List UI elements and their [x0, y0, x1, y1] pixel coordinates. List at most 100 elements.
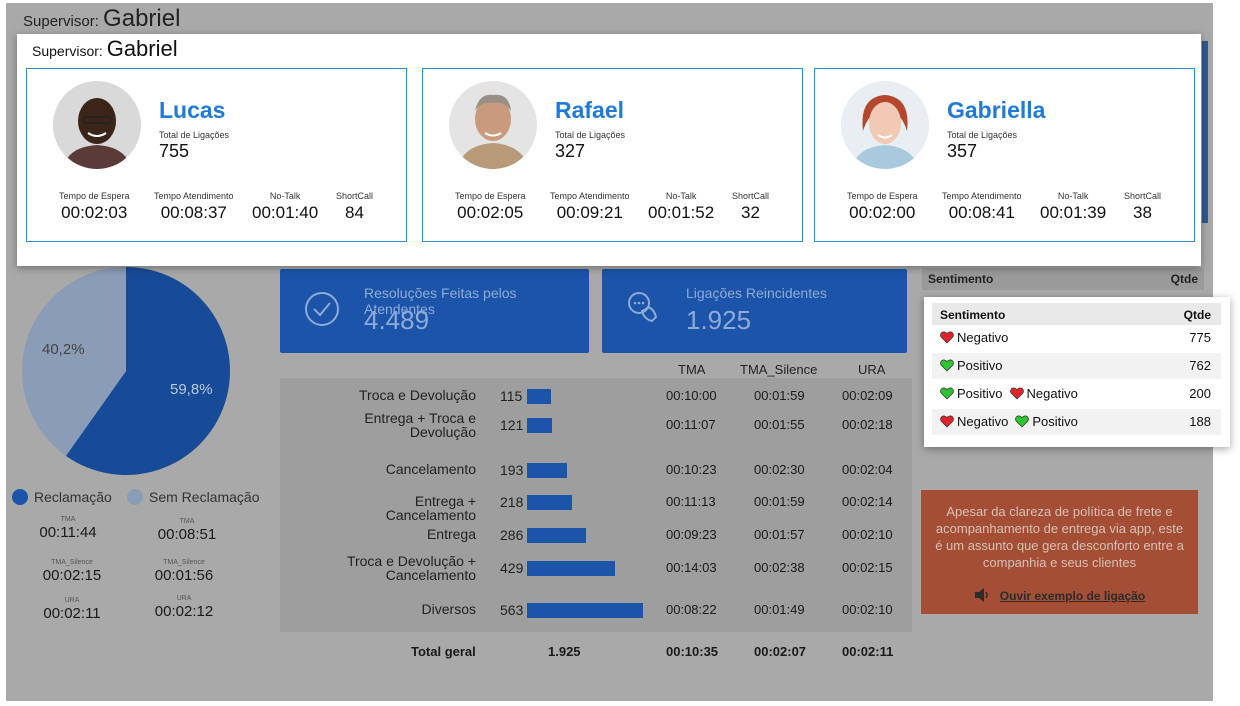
table-row-tma-silence: 00:01:55 [754, 417, 805, 432]
pie-label-sem-reclamacao: 40,2% [42, 341, 85, 358]
sentiment-row-label: Positivo [940, 358, 1007, 373]
legend-label: Sem Reclamação [149, 489, 260, 505]
stat-silence-left: TMA_Silence 00:02:15 [42, 559, 102, 584]
legend-reclamacao: Reclamação [12, 489, 112, 505]
sentiment-row: Negativo Positivo 188 [932, 409, 1221, 435]
metric-no-talk: No-Talk 00:01:52 [648, 191, 715, 222]
check-circle-icon [305, 292, 339, 326]
background-panel-edge [1202, 41, 1208, 223]
sentiment-row: Negativo 775 [932, 325, 1221, 351]
agent-card-gabriella[interactable]: Gabriella Total de Ligações 357 Tempo de… [814, 68, 1195, 242]
total-ura: 00:02:11 [842, 644, 894, 659]
col-header-ura: URA [858, 362, 886, 377]
table-row-tma-silence: 00:01:59 [754, 388, 805, 403]
table-row-count: 218 [500, 494, 524, 510]
sentiment-text: Negativo [1026, 386, 1078, 401]
supervisor-title: Supervisor: Gabriel [32, 36, 178, 61]
table-row-bar [527, 463, 567, 478]
stat-tma-right: TMA 00:08:51 [157, 518, 217, 543]
metric-tempo-espera: Tempo de Espera 00:02:00 [847, 191, 918, 222]
red-heart-icon [1009, 387, 1024, 400]
agent-card-lucas[interactable]: Lucas Total de Ligações 755 Tempo de Esp… [26, 68, 407, 242]
speaker-icon [974, 588, 988, 602]
agent-total-label: Total de Ligações [947, 130, 1018, 140]
sentiment-header: Sentimento Qtde [932, 303, 1221, 325]
table-row-bar [527, 603, 643, 618]
sentiment-row-qty: 188 [1189, 414, 1211, 429]
stat-tma-left: TMA 00:11:44 [39, 516, 97, 541]
table-row-bar [527, 418, 552, 433]
phone-chat-icon [628, 292, 658, 323]
stat-ura-right: URA 00:02:12 [154, 595, 214, 620]
table-row-label: Troca e Devolução + Cancelamento [346, 553, 476, 583]
table-row-tma-silence: 00:01:59 [754, 494, 805, 509]
total-silence: 00:02:07 [754, 644, 807, 659]
metric-shortcall: ShortCall 32 [732, 191, 770, 222]
sentiment-header-label: Sentimento [940, 308, 1006, 322]
sentiment-row-qty: 762 [1189, 358, 1211, 373]
legend-dot-icon [127, 489, 143, 505]
agent-name: Rafael [555, 97, 625, 123]
table-row-bar [527, 389, 551, 404]
sentiment-row-label: Negativo [940, 330, 1012, 345]
background-sentiment-header: Sentimento Qtde [922, 268, 1204, 290]
table-row-tma: 00:10:00 [666, 388, 717, 403]
table-row-count: 286 [500, 527, 524, 543]
sentiment-text: Positivo [1032, 414, 1078, 429]
table-row-tma-silence: 00:02:30 [754, 462, 805, 477]
metric-shortcall: ShortCall 84 [336, 191, 374, 222]
table-row-count: 429 [500, 560, 524, 576]
table-row-bar [527, 561, 615, 576]
sentiment-row-label: Negativo Positivo [940, 414, 1082, 429]
table-row-ura: 00:02:04 [842, 462, 893, 477]
sentiment-text: Positivo [957, 386, 1003, 401]
metric-no-talk: No-Talk 00:01:39 [1040, 191, 1107, 222]
sentiment-row-qty: 200 [1189, 386, 1211, 401]
metric-tempo-espera: Tempo de Espera 00:02:03 [59, 191, 130, 222]
table-row-tma: 00:11:13 [666, 494, 716, 509]
sentiment-header-qty: Qtde [1183, 308, 1211, 322]
table-row-count: 193 [500, 462, 524, 478]
dashboard-screenshot: Supervisor: Gabriel 59,8% 40,2% Reclamaç… [0, 0, 1240, 706]
legend-sem-reclamacao: Sem Reclamação [127, 489, 260, 505]
metric-no-talk: No-Talk 00:01:40 [252, 191, 319, 222]
table-row-label: Entrega + Troca e Devolução [364, 410, 476, 440]
tile-value: 1.925 [686, 305, 752, 335]
supervisor-card: Supervisor: Gabriel Lucas Total de Ligaç… [17, 34, 1201, 266]
table-row-ura: 00:02:15 [842, 560, 893, 575]
table-row-ura: 00:02:10 [842, 527, 893, 542]
red-heart-icon [940, 331, 954, 344]
tile-value: 4.489 [364, 305, 430, 335]
table-row-tma: 00:11:07 [666, 417, 716, 432]
table-row-tma: 00:08:22 [666, 602, 717, 617]
agent-name: Lucas [159, 97, 226, 123]
green-heart-icon [940, 387, 954, 400]
table-row-label: Cancelamento [385, 461, 476, 477]
col-header-tma: TMA [678, 362, 706, 377]
stat-ura-left: URA 00:02:11 [43, 597, 101, 622]
total-count: 1.925 [548, 644, 581, 659]
avatar [841, 81, 929, 169]
stat-silence-right: TMA_Silence 00:01:56 [154, 559, 214, 584]
insight-note: Apesar da clareza de política de frete e… [921, 490, 1198, 614]
metric-tempo-atendimento: Tempo Atendimento 00:08:37 [154, 191, 234, 222]
agent-card-rafael[interactable]: Rafael Total de Ligações 327 Tempo de Es… [422, 68, 803, 242]
table-row-ura: 00:02:14 [842, 494, 893, 509]
sentiment-table: Sentimento Qtde Negativo 775 Positivo 762 Po… [924, 297, 1230, 447]
tile-title: Ligações Reincidentes [686, 285, 827, 301]
agent-total-value: 327 [555, 141, 586, 161]
tile-reincidentes: Ligações Reincidentes 1.925 [602, 269, 907, 353]
sentiment-text: Negativo [957, 330, 1009, 345]
agent-total-value: 755 [159, 141, 190, 161]
table-row-tma: 00:09:23 [666, 527, 717, 542]
legend-dot-icon [12, 489, 28, 505]
green-heart-icon [1015, 415, 1030, 428]
sentiment-row: Positivo Negativo 200 [932, 381, 1221, 407]
metric-tempo-espera: Tempo de Espera 00:02:05 [455, 191, 526, 222]
avatar [449, 81, 537, 169]
listen-call-link[interactable]: Ouvir exemplo de ligação [921, 588, 1198, 605]
total-label: Total geral [411, 644, 476, 659]
table-row-label: Entrega + Cancelamento [385, 493, 476, 523]
agent-total-value: 357 [947, 141, 978, 161]
table-row-count: 563 [500, 602, 524, 618]
